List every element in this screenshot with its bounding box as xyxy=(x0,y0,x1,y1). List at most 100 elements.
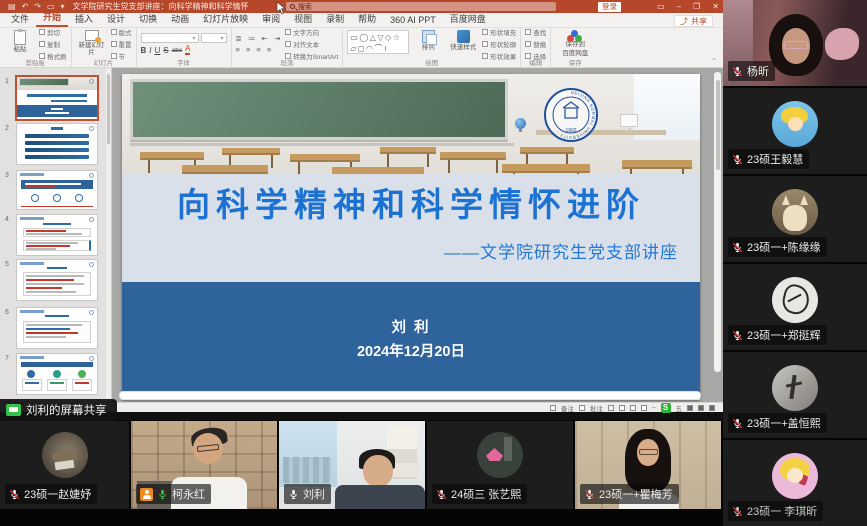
shape-outline-icon xyxy=(482,41,488,47)
shape-outline-button[interactable]: 形状轮廓 xyxy=(482,39,516,49)
tab-animations[interactable]: 动画 xyxy=(164,10,196,27)
canvas-horizontal-scrollbar[interactable] xyxy=(120,392,700,399)
canvas-vertical-scrollbar[interactable] xyxy=(714,72,721,372)
ime-keyboard-icon[interactable] xyxy=(698,405,704,411)
italic-button[interactable]: I xyxy=(149,46,151,55)
ppt-share-button[interactable]: ⤴ 共享 xyxy=(674,15,713,27)
font-name-combo[interactable]: ▾ xyxy=(141,33,199,43)
underline-button[interactable]: U xyxy=(155,46,161,55)
alignment-buttons[interactable]: ≡ ≡ ≡ ≡ xyxy=(236,45,283,54)
participant-tile[interactable]: 23硕一+瞿梅芳 xyxy=(575,421,721,509)
mic-muted-icon xyxy=(732,66,743,77)
mic-muted-icon xyxy=(732,154,743,165)
participant-tile[interactable]: 23硕一+郑挺辉 xyxy=(723,264,867,350)
strikethrough-button[interactable]: S xyxy=(163,46,168,55)
reset-button[interactable]: 重置 xyxy=(111,39,132,49)
tab-baidu-netdisk[interactable]: 百度网盘 xyxy=(443,10,493,27)
participant-tile[interactable]: 刘利 xyxy=(279,421,425,509)
thumbnail-slide-6[interactable] xyxy=(17,308,97,348)
group-drawing: ▭◯△▽◇☆ ▱◻◠⌒≀ 排列 快速样式 形状填充 形状轮廓 形状效果 xyxy=(343,28,521,67)
close-button[interactable]: ✕ xyxy=(712,2,719,11)
quick-styles-button[interactable]: 快速样式 xyxy=(447,30,479,58)
thumbnail-slide-4[interactable] xyxy=(17,215,97,255)
list-indent-buttons[interactable]: ≣ ≔ ⇤ ⇥ xyxy=(236,34,283,43)
font-color-button[interactable]: A xyxy=(185,45,190,55)
ribbon-display-button[interactable]: ▭ xyxy=(657,2,665,11)
thumbnail-slide-5[interactable] xyxy=(17,260,97,300)
participant-tile[interactable]: 23硕一 李琪昕 xyxy=(723,440,867,526)
text-direction-button[interactable]: 文字方向 xyxy=(285,27,338,37)
shapes-gallery[interactable]: ▭◯△▽◇☆ ▱◻◠⌒≀ xyxy=(347,30,409,54)
globe xyxy=(515,118,526,129)
minimize-button[interactable]: – xyxy=(677,2,681,11)
participant-tile[interactable]: 杨昕 xyxy=(723,0,867,86)
participant-tile[interactable]: 23硕一+盖恒熙 xyxy=(723,352,867,438)
participant-tile[interactable]: 23硕王毅慧 xyxy=(723,88,867,174)
thumbnail-slide-2[interactable] xyxy=(17,124,97,164)
notes-label[interactable]: 备注 xyxy=(561,403,574,413)
thumbnail-slide-7[interactable] xyxy=(17,354,97,394)
slide-title: 向科学精神和科学情怀进阶 xyxy=(122,178,700,226)
collapse-ribbon-icon[interactable]: ⌃ xyxy=(711,57,717,65)
tab-file[interactable]: 文件 xyxy=(4,10,36,27)
thumbnail-slide-3[interactable] xyxy=(17,171,97,209)
ime-pen-icon[interactable] xyxy=(687,405,693,411)
arrange-button[interactable]: 排列 xyxy=(412,30,444,58)
comments-label[interactable]: 批注 xyxy=(590,403,603,413)
thumbnail-slide-1[interactable] xyxy=(17,77,97,119)
tab-insert[interactable]: 插入 xyxy=(68,10,100,27)
tab-transitions[interactable]: 切换 xyxy=(132,10,164,27)
mic-on-icon xyxy=(288,489,299,500)
zoom-out-icon[interactable]: – xyxy=(652,404,656,411)
copy-button[interactable]: 复制 xyxy=(39,39,67,49)
participant-tile[interactable]: 23硕一+陈缘缘 xyxy=(723,176,867,262)
active-speaker-tile[interactable]: 柯永红 xyxy=(131,421,277,509)
ime-mode-icon[interactable]: 五 xyxy=(676,403,683,413)
cut-icon xyxy=(39,29,45,35)
participant-tile[interactable]: 23硕一赵婕妤 xyxy=(0,421,129,509)
arrange-icon xyxy=(422,30,435,43)
participant-tile[interactable]: 24硕三 张艺熙 xyxy=(427,421,573,509)
thumbnail-scrollbar[interactable] xyxy=(106,68,111,402)
paste-button[interactable]: 粘贴 xyxy=(4,30,36,58)
clear-format-button[interactable]: abc xyxy=(172,47,182,54)
cut-button[interactable]: 剪切 xyxy=(39,27,67,37)
tab-design[interactable]: 设计 xyxy=(100,10,132,27)
bold-button[interactable]: B xyxy=(141,46,147,55)
login-button[interactable]: 登录 xyxy=(598,2,621,12)
screen-share-area: ▤ ↶ ↷ ▭ ▾ 文学院研究生党支部讲座：向科学精神和科学情怀进阶 - Pow… xyxy=(0,0,723,420)
presenter-name: 刘 利 xyxy=(122,316,700,337)
restore-button[interactable]: ❐ xyxy=(693,2,700,11)
participant-name-tag: 刘利 xyxy=(284,484,331,504)
participant-name-tag: 23硕一+瞿梅芳 xyxy=(580,484,679,504)
sogou-ime-icon[interactable]: S xyxy=(661,403,671,413)
new-slide-button[interactable]: 新建幻灯片 xyxy=(76,30,108,58)
participant-name-tag: 23硕一 李琪昕 xyxy=(728,501,823,521)
tab-help[interactable]: 帮助 xyxy=(351,10,383,27)
window-controls: ▭ – ❐ ✕ xyxy=(657,0,719,13)
participant-name-tag: 24硕三 张艺熙 xyxy=(432,484,527,504)
font-size-combo[interactable]: ▾ xyxy=(201,33,227,43)
current-slide[interactable]: BEIJING NORMAL UNIVERSITY 1902 向科学精神和科学情… xyxy=(122,74,700,400)
reading-view-icon[interactable] xyxy=(630,405,636,411)
replace-button[interactable]: 替换 xyxy=(525,39,546,49)
normal-view-icon[interactable] xyxy=(608,405,614,411)
tab-home[interactable]: 开始 xyxy=(36,8,68,27)
layout-button[interactable]: 版式 xyxy=(111,27,132,37)
slideshow-view-icon[interactable] xyxy=(641,405,647,411)
notes-icon[interactable] xyxy=(550,405,556,411)
shape-fill-button[interactable]: 形状填充 xyxy=(482,27,516,37)
slide-sorter-view-icon[interactable] xyxy=(619,405,625,411)
tab-slideshow[interactable]: 幻灯片放映 xyxy=(196,10,255,27)
ime-settings-icon[interactable] xyxy=(709,405,715,411)
tab-record[interactable]: 录制 xyxy=(319,10,351,27)
save-to-baidu-button[interactable]: 保存到 百度网盘 xyxy=(555,30,595,58)
align-text-button[interactable]: 对齐文本 xyxy=(285,39,338,49)
tab-view[interactable]: 视图 xyxy=(287,10,319,27)
tab-360-ai-ppt[interactable]: 360 AI PPT xyxy=(383,13,443,27)
comments-icon[interactable] xyxy=(579,405,585,411)
ppt-work-area: 1 xyxy=(0,68,723,402)
find-button[interactable]: 查找 xyxy=(525,27,546,37)
group-font: ▾ ▾ B I U S abc A 字体 xyxy=(137,28,232,67)
shape-fill-icon xyxy=(482,29,488,35)
